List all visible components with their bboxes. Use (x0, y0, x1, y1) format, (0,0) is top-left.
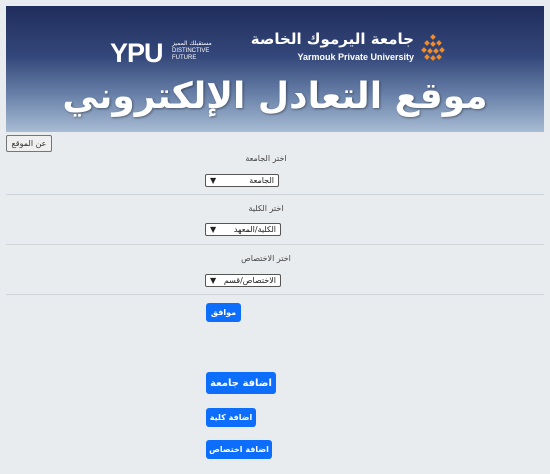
major-select-value: الاختصاص/قسم (223, 276, 276, 285)
confirm-button[interactable]: موافق (206, 303, 241, 322)
university-name-ar: جامعة اليرموك الخاصة (250, 30, 414, 48)
add-major-button[interactable]: اضافة اختصاص (206, 440, 272, 459)
yarmouk-emblem-icon (421, 34, 445, 61)
university-name-en: Yarmouk Private University (297, 52, 414, 62)
divider (6, 194, 544, 195)
chevron-down-icon: ▼ (210, 176, 217, 185)
university-select-value: الجامعة (249, 176, 274, 185)
college-select[interactable]: ▼ الكلية/المعهد (205, 223, 281, 236)
add-university-button[interactable]: اضافة جامعة (206, 372, 276, 394)
divider (6, 294, 544, 295)
university-select[interactable]: ▼ الجامعة (205, 174, 279, 187)
college-label: اختر الكلية (248, 204, 284, 213)
ypu-tagline-ar: مستقبلك المميز (172, 40, 212, 47)
college-select-value: الكلية/المعهد (233, 225, 276, 234)
ypu-tagline-en: DISTINCTIVE FUTURE (172, 48, 210, 61)
major-label: اختر الاختصاص (241, 254, 291, 263)
chevron-down-icon: ▼ (210, 276, 217, 285)
university-label: اختر الجامعة (245, 154, 287, 163)
divider (6, 244, 544, 245)
chevron-down-icon: ▼ (210, 225, 217, 234)
university-logo: جامعة اليرموك الخاصة Yarmouk Private Uni… (251, 30, 446, 70)
header-banner: YPU مستقبلك المميز DISTINCTIVE FUTURE جا… (6, 6, 544, 132)
about-site-button[interactable]: عن الموقع (6, 135, 52, 152)
ypu-logo-mark: YPU (110, 38, 164, 68)
page-title: موقع التعادل الإلكتروني (62, 76, 488, 117)
add-college-button[interactable]: اضافة كلية (206, 408, 256, 427)
major-select[interactable]: ▼ الاختصاص/قسم (205, 274, 281, 287)
